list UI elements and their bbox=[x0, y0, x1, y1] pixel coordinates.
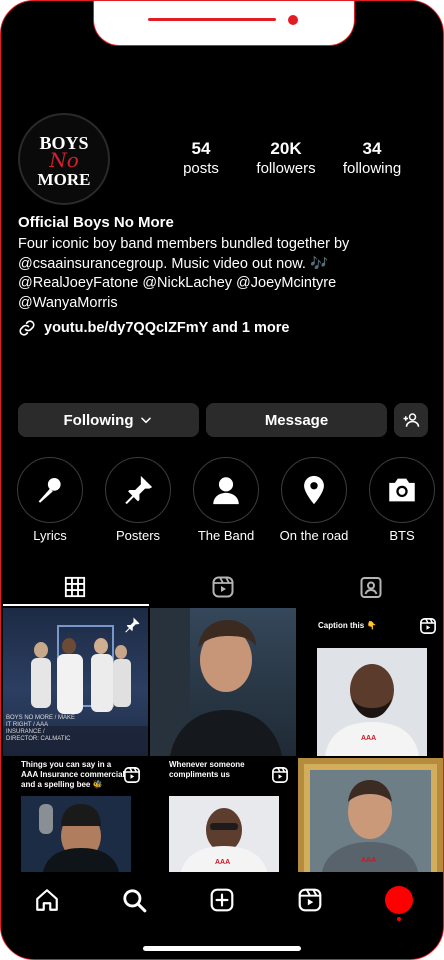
tab-reels[interactable] bbox=[149, 572, 297, 602]
grid-post[interactable]: Caption this 👇 AAA bbox=[298, 608, 443, 756]
link-icon bbox=[19, 320, 35, 336]
highlight-label: On the road bbox=[279, 528, 349, 543]
highlight-cover bbox=[281, 457, 347, 523]
band-logo-icon: BOYS No MORE bbox=[38, 133, 91, 189]
stat-label: followers bbox=[256, 160, 316, 177]
message-label: Message bbox=[264, 411, 329, 429]
phone-frame: BOYS No MORE 54 posts 20K followers 34 f… bbox=[0, 0, 444, 960]
grid-post[interactable] bbox=[150, 608, 296, 756]
nav-reels[interactable] bbox=[295, 885, 325, 915]
profile-bio: Four iconic boy band members bundled tog… bbox=[18, 235, 428, 313]
home-icon bbox=[36, 889, 58, 911]
location-pin-icon bbox=[304, 475, 324, 505]
post-caption: Whenever someone compliments us bbox=[169, 760, 245, 779]
highlight-cover bbox=[369, 457, 435, 523]
svg-text:AAA: AAA bbox=[361, 857, 376, 864]
grid-post[interactable]: Things you can say in a AAA Insurance co… bbox=[3, 758, 148, 872]
active-dot bbox=[397, 917, 401, 921]
nav-home[interactable] bbox=[32, 885, 62, 915]
reels-icon bbox=[124, 767, 140, 783]
highlight-cover bbox=[17, 457, 83, 523]
camera-dot bbox=[288, 15, 298, 25]
svg-text:AAA: AAA bbox=[361, 735, 376, 742]
post-thumbnail: AAA bbox=[169, 796, 279, 872]
bio-line[interactable]: @RealJoeyFatone @NickLachey @JoeyMcintyr… bbox=[18, 274, 428, 294]
speaker-slot bbox=[148, 18, 276, 21]
message-button[interactable]: Message bbox=[206, 403, 387, 437]
highlight-the-band[interactable]: The Band bbox=[191, 457, 261, 543]
highlight-lyrics[interactable]: Lyrics bbox=[15, 457, 85, 543]
reels-icon bbox=[298, 888, 322, 912]
grid-icon bbox=[64, 576, 86, 598]
stat-value: 20K bbox=[270, 139, 302, 158]
stat-value: 54 bbox=[191, 139, 211, 158]
bio-line[interactable]: @csaainsurancegroup. Music video out now… bbox=[18, 255, 428, 275]
stat-label: following bbox=[342, 160, 402, 177]
tab-posts-grid[interactable] bbox=[1, 572, 149, 602]
grid-post[interactable]: Whenever someone compliments us AAA bbox=[150, 758, 296, 872]
reels-icon bbox=[212, 576, 234, 598]
highlight-label: The Band bbox=[197, 528, 255, 543]
active-tab-indicator bbox=[3, 604, 149, 606]
nav-search[interactable] bbox=[119, 885, 149, 915]
svg-text:MORE: MORE bbox=[38, 170, 91, 189]
phone-notch bbox=[93, 1, 355, 46]
highlight-label: BTS bbox=[389, 528, 415, 543]
following-button[interactable]: Following bbox=[18, 403, 199, 437]
pushpin-icon bbox=[125, 475, 153, 505]
post-thumbnail: AAA bbox=[298, 758, 443, 872]
reels-icon bbox=[272, 767, 288, 783]
following-label: Following bbox=[63, 411, 134, 429]
tagged-icon bbox=[360, 577, 382, 598]
grid-post[interactable]: BOYS NO MORE / MAKE IT RIGHT / AAA INSUR… bbox=[3, 608, 148, 756]
highlight-bts[interactable]: BTS bbox=[367, 457, 437, 543]
link-text: youtu.be/dy7QQcIZFmY and 1 more bbox=[44, 320, 290, 336]
highlight-label: Lyrics bbox=[33, 528, 67, 543]
stat-value: 34 bbox=[362, 139, 382, 158]
reels-icon bbox=[420, 618, 436, 634]
post-thumbnail bbox=[21, 796, 131, 872]
profile-avatar[interactable]: BOYS No MORE bbox=[18, 113, 110, 205]
highlight-posters[interactable]: Posters bbox=[103, 457, 173, 543]
pin-icon bbox=[125, 617, 140, 633]
post-overlay-text: BOYS NO MORE / MAKE IT RIGHT / AAA INSUR… bbox=[6, 715, 76, 742]
post-thumbnail: AAA bbox=[317, 648, 427, 756]
grid-post[interactable]: AAA bbox=[298, 758, 443, 872]
search-icon bbox=[123, 889, 147, 913]
highlight-cover bbox=[105, 457, 171, 523]
bio-line: Four iconic boy band members bundled tog… bbox=[18, 236, 350, 252]
post-thumbnail bbox=[150, 608, 282, 756]
home-indicator[interactable] bbox=[143, 946, 301, 951]
highlight-on-the-road[interactable]: On the road bbox=[279, 457, 349, 543]
microphone-icon bbox=[38, 477, 61, 503]
profile-link[interactable]: youtu.be/dy7QQcIZFmY and 1 more bbox=[18, 319, 289, 337]
highlight-cover bbox=[193, 457, 259, 523]
profile-icon bbox=[385, 886, 413, 914]
camera-icon bbox=[389, 478, 415, 502]
person-icon bbox=[213, 477, 239, 505]
stat-followers[interactable]: 20K followers bbox=[251, 139, 321, 179]
post-caption: Things you can say in a AAA Insurance co… bbox=[21, 760, 125, 789]
bio-line[interactable]: @WanyaMorris bbox=[18, 294, 428, 314]
tab-tagged[interactable] bbox=[297, 572, 443, 602]
nav-create[interactable] bbox=[207, 885, 237, 915]
svg-text:AAA: AAA bbox=[215, 859, 230, 866]
post-caption: Caption this 👇 bbox=[318, 621, 377, 630]
svg-text:No: No bbox=[48, 148, 79, 172]
stat-following[interactable]: 34 following bbox=[339, 139, 405, 179]
nav-profile[interactable] bbox=[384, 885, 414, 915]
create-icon bbox=[210, 888, 234, 912]
stat-posts[interactable]: 54 posts bbox=[171, 139, 231, 179]
add-person-icon bbox=[403, 413, 420, 427]
profile-name: Official Boys No More bbox=[18, 214, 174, 231]
stat-label: posts bbox=[183, 160, 219, 177]
chevron-down-icon bbox=[141, 417, 152, 424]
suggest-people-button[interactable] bbox=[394, 403, 428, 437]
highlight-label: Posters bbox=[115, 528, 161, 543]
